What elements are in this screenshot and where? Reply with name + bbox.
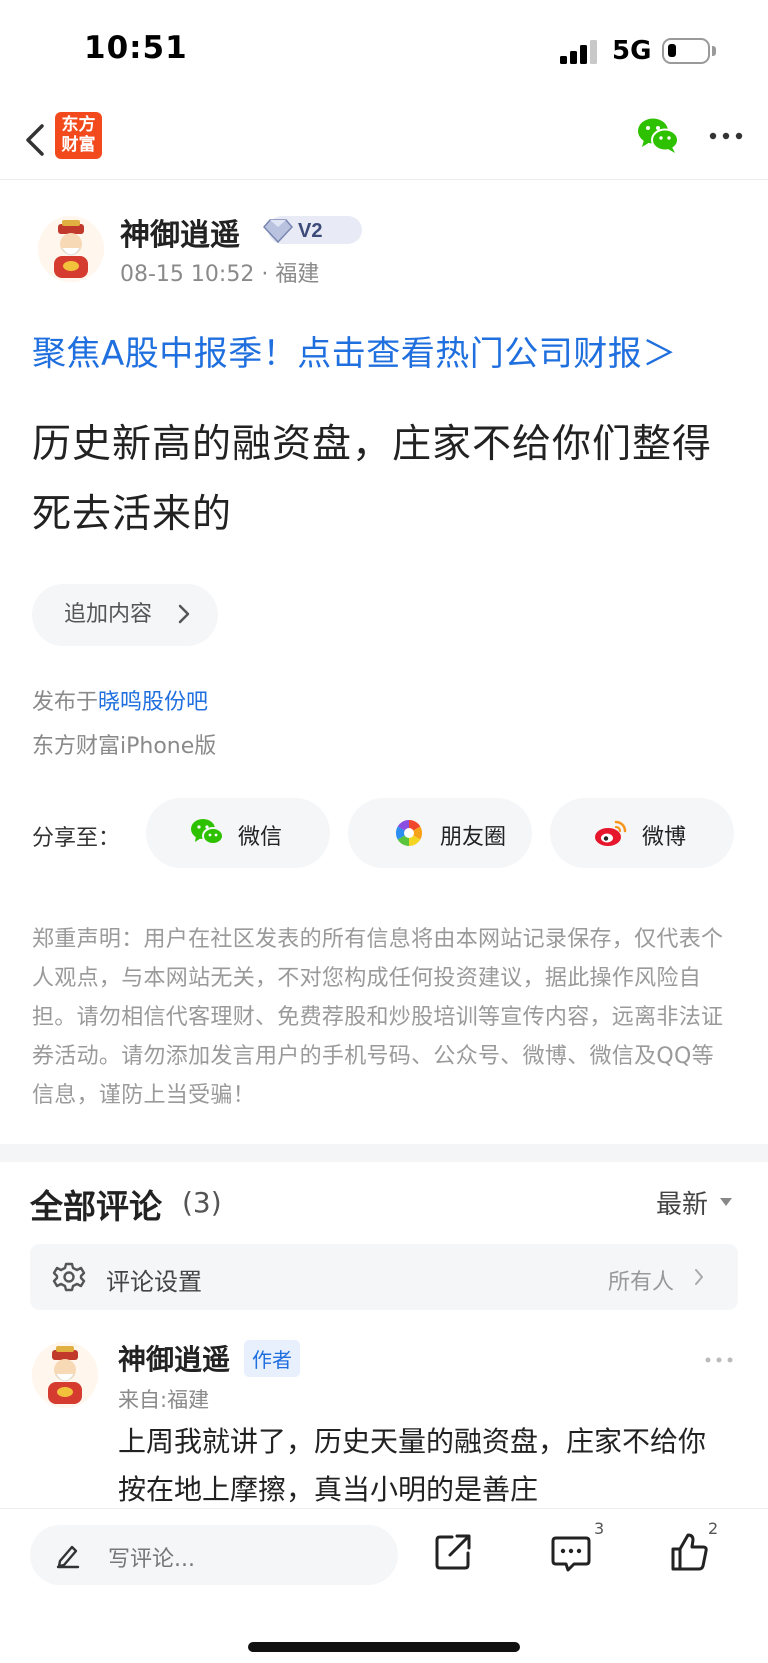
home-indicator — [248, 1642, 520, 1652]
disclaimer-text: 郑重声明：用户在社区发表的所有信息将由本网站记录保存，仅代表个人观点，与本网站无… — [32, 927, 724, 1108]
post-title: 历史新高的融资盘，庄家不给你们整得死去活来的 — [32, 422, 713, 537]
wechat-share-icon[interactable] — [636, 116, 680, 156]
caret-down-icon[interactable] — [720, 1198, 732, 1206]
more-options-icon[interactable] — [708, 130, 744, 142]
wechat-icon — [191, 819, 224, 845]
share-weibo-button[interactable]: 微博 — [550, 798, 734, 868]
status-bar: 10:51 5G — [0, 0, 768, 100]
section-divider — [0, 1144, 768, 1162]
comment-more-icon[interactable] — [704, 1356, 734, 1364]
author-avatar[interactable] — [38, 216, 104, 282]
gear-icon — [52, 1262, 86, 1292]
commenter-avatar[interactable] — [32, 1342, 98, 1408]
comment-settings-label: 评论设置 — [106, 1268, 202, 1296]
signal-icon — [560, 40, 597, 64]
write-comment-input[interactable]: 写评论... — [30, 1525, 398, 1585]
comment-count-badge: 3 — [594, 1519, 605, 1538]
device-source: 东方财富iPhone版 — [32, 734, 217, 759]
sort-dropdown[interactable]: 最新 — [656, 1184, 708, 1221]
comment-settings-value: 所有人 — [607, 1270, 674, 1295]
share-moments-button[interactable]: 朋友圈 — [348, 798, 532, 868]
promo-link[interactable]: 聚焦A股中报季！点击查看热门公司财报＞ — [32, 326, 677, 375]
network-type: 5G — [612, 36, 652, 66]
comment-text: 上周我就讲了，历史天量的融资盘，庄家不给你按在地上摩擦，真当小明的是善庄 — [118, 1425, 707, 1506]
bottom-action-bar: 写评论... 3 2 — [0, 1508, 768, 1663]
moments-icon — [395, 819, 423, 847]
share-wechat-button[interactable]: 微信 — [146, 798, 330, 868]
forum-link[interactable]: 晓鸣股份吧 — [98, 690, 208, 715]
chevron-right-icon — [695, 1269, 703, 1285]
level-badge: V2 — [262, 216, 362, 244]
author-name[interactable]: 神御逍遥 — [120, 210, 240, 254]
weibo-icon — [595, 820, 627, 846]
comments-count: (3) — [182, 1186, 222, 1219]
comment-icon[interactable] — [548, 1529, 594, 1575]
comment-item: 神御逍遥 作者 来自:福建 上周我就讲了，历史天量的融资盘，庄家不给你按在地上摩… — [30, 1338, 738, 1508]
like-count-badge: 2 — [708, 1519, 719, 1538]
published-in: 发布于晓鸣股份吧 — [32, 690, 209, 715]
back-arrow-icon[interactable] — [18, 118, 58, 162]
chevron-right-icon — [178, 604, 190, 624]
share-label: 分享至： — [32, 826, 121, 851]
comment-location: 来自:福建 — [118, 1388, 210, 1412]
top-nav-bar: 东方 财富 — [0, 100, 768, 180]
post-meta: 08-15 10:52 · 福建 — [120, 262, 320, 287]
post-author: 神御逍遥 V2 08-15 10:52 · 福建 — [30, 210, 730, 290]
comments-header: 全部评论 (3) 最新 — [30, 1180, 738, 1228]
battery-icon — [662, 38, 710, 64]
compose-placeholder: 写评论... — [108, 1547, 195, 1572]
comment-settings-row[interactable]: 评论设置 所有人 — [30, 1244, 738, 1310]
status-time: 10:51 — [84, 30, 188, 66]
share-external-icon[interactable] — [430, 1529, 476, 1575]
add-content-button[interactable]: 追加内容 — [32, 584, 218, 646]
commenter-name[interactable]: 神御逍遥 — [118, 1338, 230, 1378]
comments-heading: 全部评论 — [30, 1187, 162, 1226]
like-icon[interactable] — [666, 1529, 712, 1575]
author-tag: 作者 — [244, 1340, 300, 1377]
svg-text:V2: V2 — [298, 220, 322, 242]
app-logo[interactable]: 东方 财富 — [55, 112, 102, 159]
pen-icon — [56, 1545, 80, 1569]
